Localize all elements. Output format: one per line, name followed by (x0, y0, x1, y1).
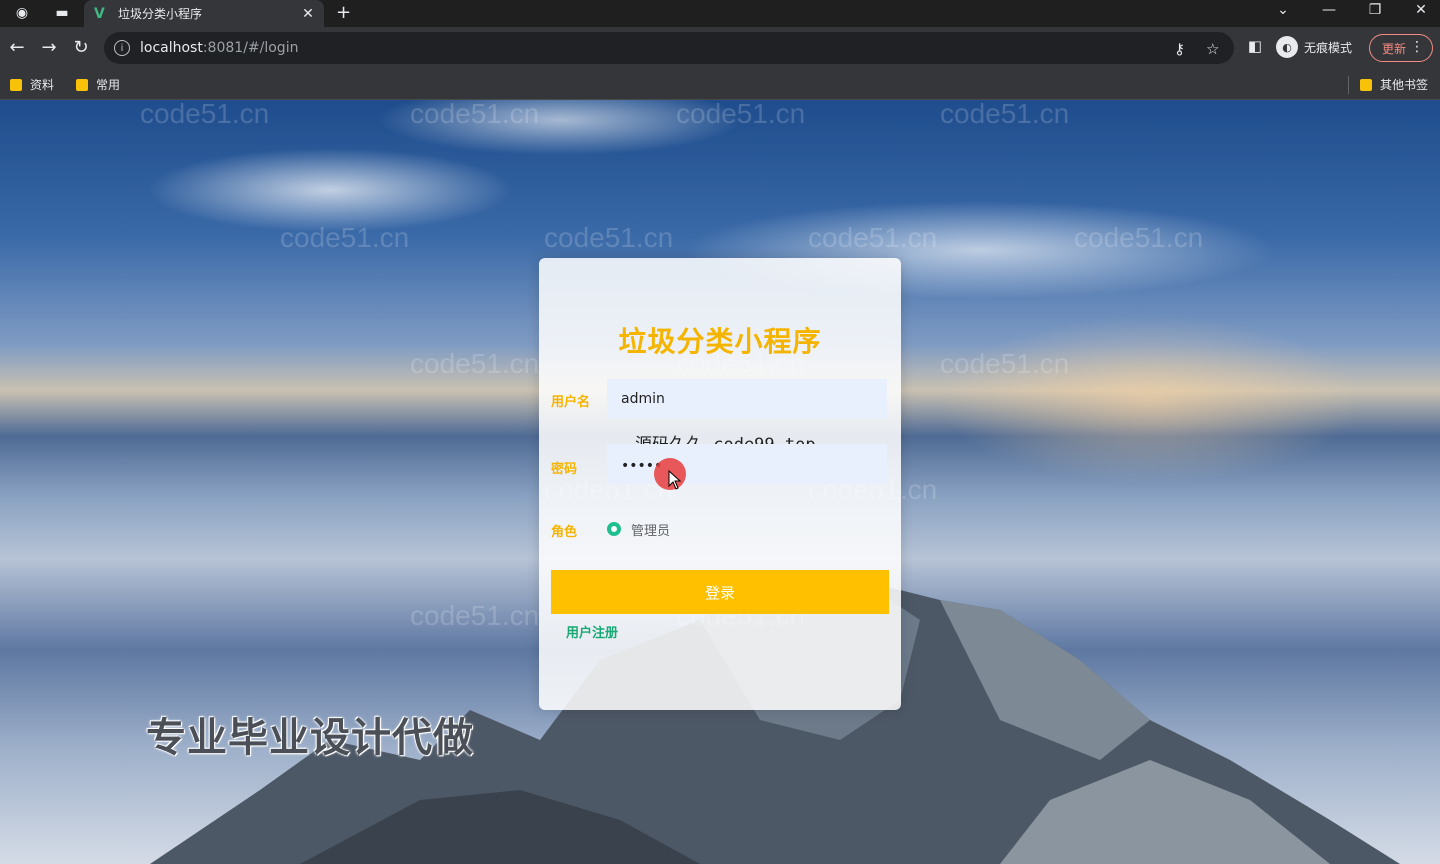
watermark: code51.cn (410, 100, 540, 129)
tab-strip: ◉ ▬ V 垃圾分类小程序 ✕ + ⌄ — ❐ ✕ (0, 0, 1440, 27)
login-title: 垃圾分类小程序 (618, 325, 822, 358)
folder-icon (1360, 78, 1372, 91)
menu-dots-icon[interactable]: ⋮ (1410, 39, 1424, 55)
incognito-icon: ◐ (1276, 36, 1298, 58)
watermark: code51.cn (410, 600, 540, 631)
username-input[interactable]: admin (607, 379, 887, 419)
password-label: 密码 (551, 462, 578, 477)
minimize-icon[interactable]: — (1314, 2, 1344, 18)
tab-title: 垃圾分类小程序 (118, 7, 203, 21)
bookmark-separator (1348, 76, 1349, 94)
bookmark-folder[interactable]: 资料 (10, 76, 54, 93)
side-panel-icon[interactable]: ◧ (1244, 37, 1266, 55)
watermark: code51.cn (1074, 222, 1204, 253)
tab-close-icon[interactable]: ✕ (298, 6, 318, 22)
forward-icon[interactable]: → (38, 37, 60, 58)
update-button[interactable]: 更新 ⋮ (1369, 34, 1433, 62)
close-window-icon[interactable]: ✕ (1406, 2, 1436, 18)
watermark: code51.cn (280, 222, 410, 253)
watermark: code51.cn (410, 348, 540, 379)
bookmark-label: 资料 (30, 78, 55, 92)
address-bar[interactable]: i localhost :8081/#/login ⚷ ☆ (104, 32, 1234, 64)
url-host: localhost (140, 40, 203, 56)
bookmark-label: 常用 (96, 78, 121, 92)
bookmark-star-icon[interactable]: ☆ (1206, 40, 1219, 58)
key-icon[interactable]: ⚷ (1174, 40, 1185, 58)
bookmarks-bar: 资料 常用 其他书签 (0, 70, 1440, 100)
bookmark-folder[interactable]: 常用 (76, 76, 120, 93)
other-bookmarks-label: 其他书签 (1380, 78, 1429, 92)
url-path: :8081/#/login (202, 40, 299, 56)
other-bookmarks[interactable]: 其他书签 (1360, 76, 1428, 93)
login-card: 垃圾分类小程序 用户名 admin 源码久久-code99.top 密码 •••… (539, 258, 901, 710)
active-tab[interactable]: V 垃圾分类小程序 ✕ (84, 0, 324, 27)
tab-dropdown-icon[interactable]: ⌄ (1268, 2, 1298, 18)
vue-favicon-icon: V (94, 5, 105, 22)
mouse-cursor-icon (668, 470, 682, 490)
watermark: code51.cn (940, 348, 1070, 379)
incognito-label: 无痕模式 (1304, 40, 1353, 55)
reload-icon[interactable]: ↻ (70, 37, 92, 58)
role-label: 角色 (551, 525, 578, 540)
username-label: 用户名 (551, 395, 591, 410)
watermark: code51.cn (808, 222, 938, 253)
watermark: code51.cn (140, 100, 270, 129)
role-option-label[interactable]: 管理员 (631, 520, 670, 539)
watermark: code51.cn (676, 100, 806, 129)
login-page-background: code51.cn code51.cn code51.cn code51.cn … (0, 100, 1440, 864)
watermark: code51.cn (544, 222, 674, 253)
role-radio-admin[interactable] (607, 522, 621, 536)
promo-banner-text: 专业毕业设计代做 (146, 715, 474, 761)
folder-icon (10, 78, 22, 91)
watermark: code51.cn (940, 100, 1070, 129)
incognito-indicator[interactable]: ◐ 无痕模式 (1276, 36, 1352, 58)
register-link[interactable]: 用户注册 (566, 622, 618, 641)
tab-search-icon[interactable]: ▬ (52, 4, 72, 22)
password-input[interactable]: ••••• (607, 444, 887, 484)
folder-icon (76, 78, 88, 91)
browser-toolbar: ← → ↻ i localhost :8081/#/login ⚷ ☆ ◧ ◐ … (0, 27, 1440, 70)
new-tab-icon[interactable]: + (336, 2, 351, 23)
restore-icon[interactable]: ❐ (1360, 2, 1390, 18)
update-label: 更新 (1382, 41, 1407, 56)
site-info-icon[interactable]: i (114, 40, 130, 56)
login-button[interactable]: 登录 (551, 570, 889, 614)
back-icon[interactable]: ← (6, 37, 28, 58)
globe-icon[interactable]: ◉ (12, 4, 32, 22)
